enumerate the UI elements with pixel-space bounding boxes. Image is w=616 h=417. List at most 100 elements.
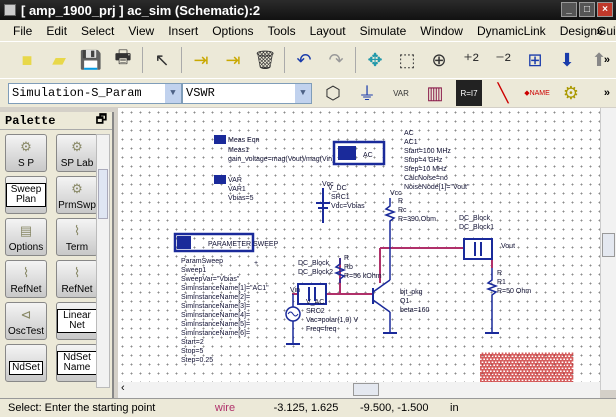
palette-item-sp[interactable]: ⚙ S P: [5, 134, 47, 172]
save-icon[interactable]: 💾: [78, 47, 104, 73]
palette-scrollbar[interactable]: [96, 134, 110, 388]
palette-item-ndset-name[interactable]: NdSet Name: [56, 344, 98, 382]
chevron-down-icon[interactable]: ▼: [165, 83, 181, 103]
delete-trash-icon[interactable]: 🗑: [252, 47, 278, 73]
open-folder-icon[interactable]: ▰: [46, 47, 72, 73]
window-icon: ▤: [19, 222, 33, 238]
zoom-in-2x-icon[interactable]: ⁺²: [458, 47, 484, 73]
palette-item-sp-lab[interactable]: ⚙ SP Lab: [56, 134, 98, 172]
vac-source[interactable]: V_AC SRC2 Vac=polar(1,0) V Freq=freq: [285, 294, 359, 345]
ac-simulation-component[interactable]: AC AC AC1 Start=100 MHz Stop=4 GHz Step=…: [332, 130, 470, 191]
scroll-thumb[interactable]: [602, 233, 615, 257]
palette-item-prmswp[interactable]: ⚙ PrmSwp: [56, 176, 98, 214]
palette-item-ndset[interactable]: NdSet: [5, 344, 47, 382]
vout-label: Vout: [501, 243, 515, 250]
var-component[interactable]: VAR VAR1 Vbias=5: [214, 175, 254, 202]
dc-block-1[interactable]: DC_Block DC_Block1: [459, 215, 494, 260]
close-button[interactable]: ×: [597, 2, 613, 17]
wire-icon[interactable]: ╲: [490, 80, 516, 106]
menu-file[interactable]: File: [6, 24, 39, 38]
svg-text:Meas1: Meas1: [228, 147, 249, 154]
svg-text:Meas Eqn: Meas Eqn: [228, 137, 260, 144]
insert-component-2-icon[interactable]: ⇥: [220, 47, 246, 73]
palette-item-refnet-dsn[interactable]: ⌇ RefNet: [56, 260, 98, 298]
menu-select[interactable]: Select: [74, 24, 121, 38]
resistor-r1[interactable]: R R1 R=50 Ohm: [485, 268, 531, 334]
toolbar-overflow-icon[interactable]: »: [604, 54, 610, 66]
palette-item-osctest[interactable]: ⊲ OscTest: [5, 302, 47, 340]
minimize-button[interactable]: _: [561, 2, 577, 17]
menu-layout[interactable]: Layout: [303, 24, 353, 38]
maximize-button[interactable]: □: [579, 2, 595, 17]
scroll-left-icon[interactable]: ‹: [118, 382, 125, 394]
svg-text:Vac=polar(1,0) V: Vac=polar(1,0) V: [306, 317, 359, 324]
palette-item-term[interactable]: ⌇ Term: [56, 218, 98, 256]
schematic-canvas[interactable]: Meas Eqn Meas1 gain_voltage=mag(Vout)/ma…: [118, 108, 600, 390]
palette-item-options[interactable]: ▤ Options: [5, 218, 47, 256]
resistor-rb[interactable]: R Rb R=56 kOhm: [333, 255, 382, 283]
palette-item-linear-net[interactable]: Linear Net: [56, 302, 98, 340]
menu-simulate[interactable]: Simulate: [353, 24, 414, 38]
gear-icon: ⚙: [71, 138, 83, 154]
undo-icon[interactable]: ↶: [291, 47, 317, 73]
palette-panel: Palette 🗗 ⚙ S P ⚙ SP Lab Sweep Plan ⚙ PrmSwp…: [0, 112, 114, 398]
palette-item-sweep-plan[interactable]: Sweep Plan: [5, 176, 47, 214]
insert-component-icon[interactable]: ⇥: [188, 47, 214, 73]
redo-icon[interactable]: ↷: [323, 47, 349, 73]
menu-insert[interactable]: Insert: [161, 24, 205, 38]
svg-text:Stop=5: Stop=5: [181, 348, 203, 355]
zoom-out-2x-icon[interactable]: ⁻²: [490, 47, 516, 73]
window-title: [ amp_1900_prj ] ac_sim (Schematic):2: [21, 2, 261, 18]
view-all-icon[interactable]: ⊞: [522, 47, 548, 73]
chevron-down-icon[interactable]: ▼: [295, 83, 311, 103]
zoom-area-icon[interactable]: ⬚: [394, 47, 420, 73]
palette-item-refnet-tb[interactable]: ⌇ RefNet: [5, 260, 47, 298]
measure-eqn-icon[interactable]: R=I7: [456, 80, 482, 106]
name-label-icon[interactable]: ◆NAME: [524, 80, 550, 106]
status-message: Select: Enter the starting point: [8, 402, 156, 414]
svg-text:R=50 Ohm: R=50 Ohm: [497, 288, 531, 295]
svg-text:V_DC: V_DC: [328, 185, 347, 192]
menu-tools[interactable]: Tools: [261, 24, 303, 38]
svg-text:Freq=freq: Freq=freq: [306, 326, 337, 333]
meas-eqn-component[interactable]: Meas Eqn Meas1 gain_voltage=mag(Vout)/ma…: [214, 135, 334, 163]
undock-icon[interactable]: 🗗: [96, 110, 107, 131]
resistor-icon: ⌇: [73, 222, 81, 238]
dc-block-2[interactable]: DC_Block DC_Block2: [297, 260, 333, 305]
transistor-q1[interactable]: bjt_pkg Q1 beta=160: [372, 248, 429, 334]
component-dropdown[interactable]: VSWR ▼: [182, 82, 312, 104]
horizontal-scrollbar[interactable]: ‹: [118, 382, 600, 398]
port-icon[interactable]: ⬡: [320, 80, 346, 106]
zoom-in-icon[interactable]: ⊕: [426, 47, 452, 73]
svg-text:SRC1: SRC1: [331, 194, 350, 201]
var-icon[interactable]: VAR: [388, 80, 414, 106]
scroll-thumb[interactable]: [353, 383, 379, 396]
svg-text:DC_Block: DC_Block: [459, 215, 491, 222]
library-books-icon[interactable]: ▥: [422, 80, 448, 106]
pan-move-icon[interactable]: ✥: [362, 47, 388, 73]
new-folder-icon[interactable]: ■: [14, 47, 40, 73]
library-dropdown[interactable]: Simulation-S_Param ▼: [8, 82, 182, 104]
svg-text:SimInstanceName[6]=: SimInstanceName[6]=: [181, 330, 250, 337]
scroll-thumb[interactable]: [98, 169, 108, 219]
menu-view[interactable]: View: [121, 24, 161, 38]
menu-window[interactable]: Window: [413, 24, 470, 38]
simulate-gear-icon[interactable]: ⚙: [558, 80, 584, 106]
ground-icon[interactable]: ⏚: [354, 80, 380, 106]
print-icon[interactable]: 🖶: [110, 47, 136, 73]
menu-options[interactable]: Options: [205, 24, 260, 38]
menu-overflow-icon[interactable]: »: [589, 24, 610, 38]
cursor-coordinates: -3.125, 1.625: [273, 402, 339, 414]
push-into-hierarchy-icon[interactable]: ⬇: [554, 47, 580, 73]
select-pointer-icon[interactable]: ↖: [149, 47, 175, 73]
vertical-scrollbar[interactable]: [600, 108, 616, 390]
units: in: [450, 402, 459, 414]
menu-edit[interactable]: Edit: [39, 24, 74, 38]
parameter-sweep-component[interactable]: PARAMETER SWEEP ParamSweep Sweep1 SweepV…: [173, 232, 279, 364]
svg-text:DC_Block1: DC_Block1: [459, 224, 494, 231]
svg-text:bjt_pkg: bjt_pkg: [400, 289, 423, 296]
resistor-rc[interactable]: Vcc R Rc R=390 Ohm: [383, 190, 436, 248]
menu-dynamiclink[interactable]: DynamicLink: [470, 24, 553, 38]
toolbar2-overflow-icon[interactable]: »: [604, 87, 610, 99]
vdc-source[interactable]: Vcc V_DC SRC1 Vdc=Vbias: [316, 181, 365, 223]
